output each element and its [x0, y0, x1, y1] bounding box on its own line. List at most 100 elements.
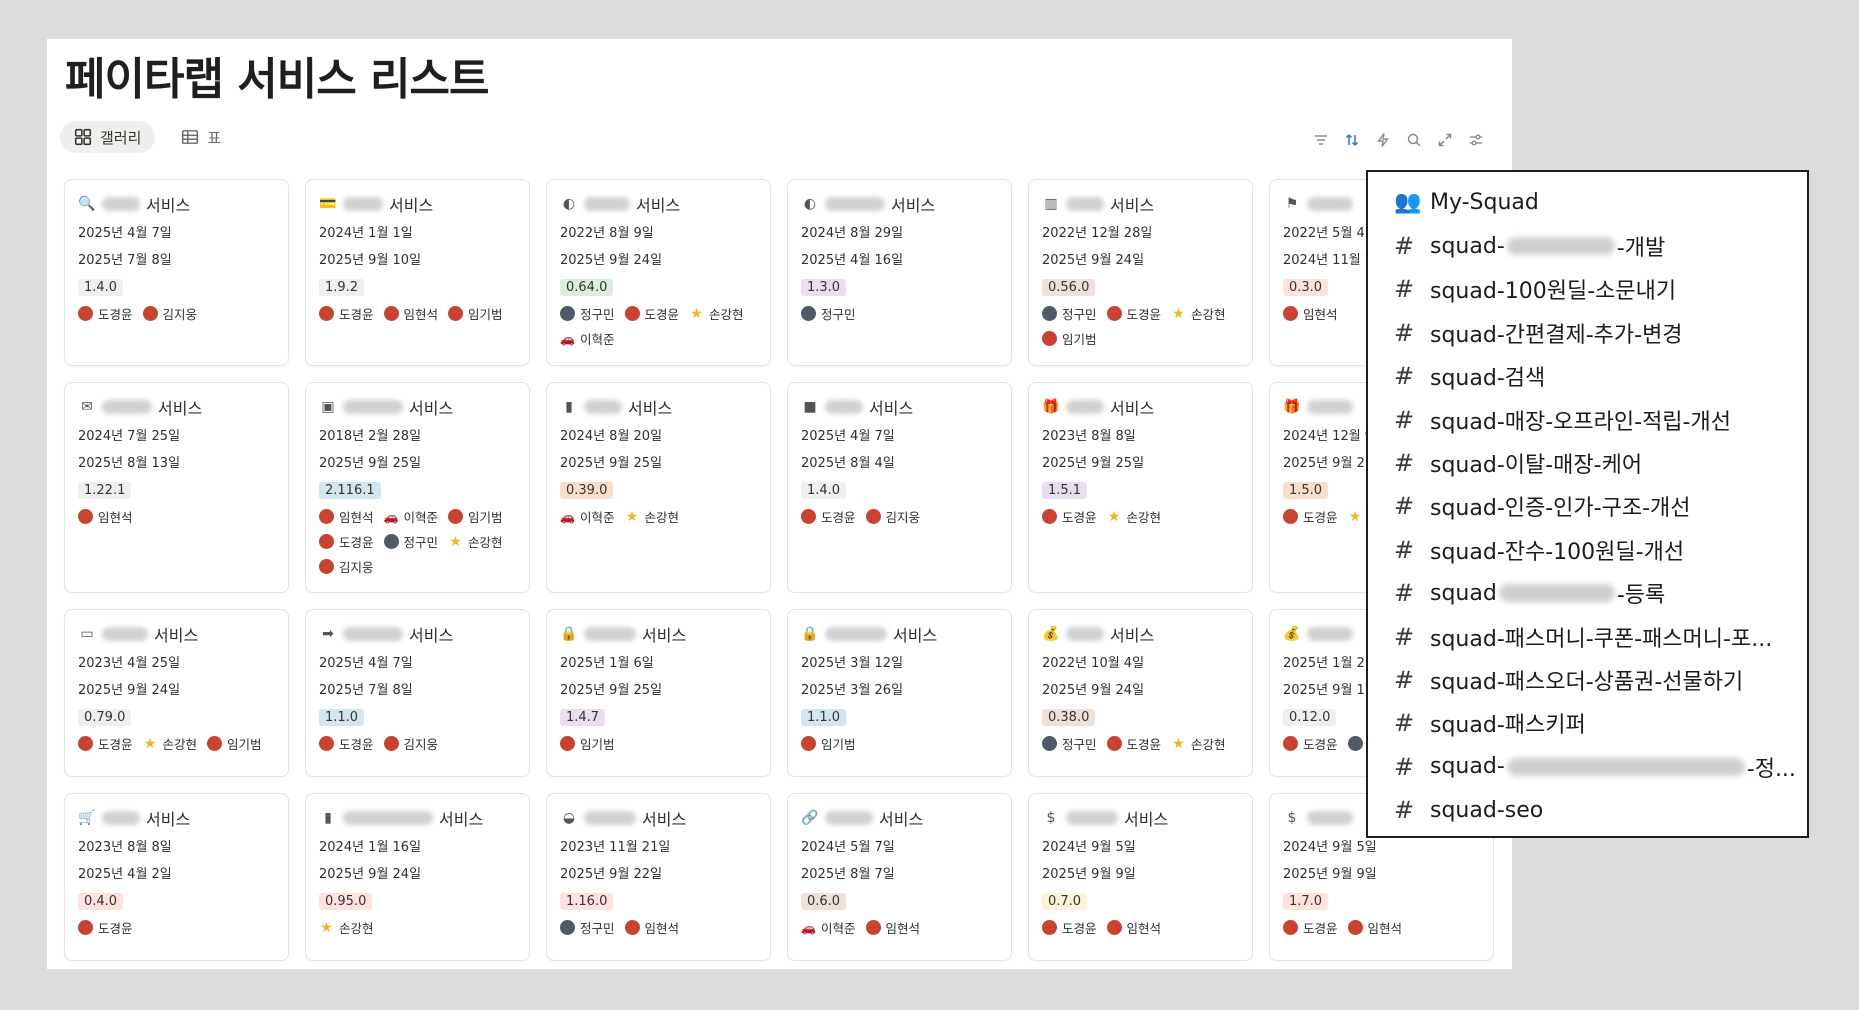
card-title: 🔒 서비스 — [560, 623, 758, 645]
tab-table[interactable]: 표 — [167, 121, 235, 153]
end-date: 2025년 9월 24일 — [560, 253, 663, 268]
card-emoji-icon: $ — [1046, 810, 1056, 826]
card-title: ▥ 서비스 — [1042, 193, 1240, 215]
service-card[interactable]: 🔒 서비스 2025년 3월 12일 2025년 3월 26일 1.1.0 임기범 — [787, 609, 1012, 777]
channel-item[interactable]: # squad -등록 — [1368, 572, 1807, 615]
card-title-suffix: 서비스 — [636, 196, 681, 215]
channel-item[interactable]: # squad-패스키퍼 — [1368, 702, 1807, 745]
channel-item[interactable]: # squad-잔수-100원딜-개선 — [1368, 528, 1807, 571]
avatar-icon — [319, 534, 334, 549]
service-card[interactable]: 🔒 서비스 2025년 1월 6일 2025년 9월 25일 1.4.7 임기범 — [546, 609, 771, 777]
channel-item[interactable]: # squad-100원딜-소문내기 — [1368, 268, 1807, 311]
person-name: 임현석 — [1303, 307, 1338, 322]
end-date: 2025년 3월 26일 — [801, 683, 904, 698]
tab-gallery[interactable]: 갤러리 — [60, 121, 156, 153]
card-title-suffix: 서비스 — [158, 399, 203, 418]
service-card[interactable]: ▮ 서비스 2024년 1월 16일 2025년 9월 24일 0.95.0 ★ 손강현 — [305, 793, 530, 961]
channel-item[interactable]: # squad-패스오더-상품권-선물하기 — [1368, 658, 1807, 701]
person: 임현석 — [1283, 304, 1338, 323]
redacted-service-name — [1307, 627, 1353, 641]
hash-icon: # — [1394, 622, 1415, 651]
card-emoji-icon: ➡ — [322, 626, 334, 642]
people-list: 도경윤 임현석 임기범 — [319, 304, 517, 323]
service-card[interactable]: ◐ 서비스 2024년 8월 29일 2025년 4월 16일 1.3.0 정구민 — [787, 179, 1012, 366]
avatar-icon — [319, 736, 334, 751]
person: ★ 손강현 — [625, 507, 679, 526]
channel-item[interactable]: # squad- -개발 — [1368, 224, 1807, 267]
card-emoji-icon: 🎁 — [1042, 399, 1060, 415]
channel-item[interactable]: # squad-패스머니-쿠폰-패스머니-포... — [1368, 615, 1807, 658]
channel-item[interactable]: # squad-검색 — [1368, 355, 1807, 398]
service-card[interactable]: 🔗 서비스 2024년 5월 7일 2025년 8월 7일 0.6.0 🚗 이혁준 임현석 — [787, 793, 1012, 961]
expand-icon[interactable] — [1436, 131, 1453, 148]
card-title-suffix: 서비스 — [1110, 196, 1155, 215]
service-card[interactable]: 🛒 서비스 2023년 8월 8일 2025년 4월 2일 0.4.0 도경윤 — [64, 793, 289, 961]
end-date: 2025년 9월 9일 — [1283, 867, 1377, 882]
person-name: 임기범 — [580, 737, 615, 752]
card-title-suffix: 서비스 — [891, 196, 936, 215]
avatar-icon — [560, 736, 575, 751]
service-card[interactable]: ▣ 서비스 2018년 2월 28일 2025년 9월 25일 2.116.1 임현석 🚗 이… — [305, 382, 530, 593]
version-tag: 0.12.0 — [1283, 709, 1337, 726]
channel-item[interactable]: # squad-간편결제-추가-변경 — [1368, 311, 1807, 354]
channel-name: squad-이탈-매장-케어 — [1430, 453, 1643, 479]
channel-item[interactable]: # squad-매장-오프라인-적립-개선 — [1368, 398, 1807, 441]
avatar-icon — [1042, 736, 1057, 751]
person: 김지웅 — [865, 507, 920, 526]
version-tag: 1.22.1 — [78, 482, 132, 499]
service-card[interactable]: ◐ 서비스 2022년 8월 9일 2025년 9월 24일 0.64.0 정구민 도경윤 ★… — [546, 179, 771, 366]
version-tag: 0.38.0 — [1042, 709, 1096, 726]
channel-name: squad-패스머니-쿠폰-패스머니-포... — [1430, 626, 1773, 652]
settings-icon[interactable] — [1467, 131, 1484, 148]
version-tag: 1.9.2 — [319, 279, 365, 296]
avatar-icon — [1347, 736, 1363, 751]
service-card[interactable]: $ 서비스 2024년 9월 5일 2025년 9월 9일 0.7.0 도경윤 임현석 — [1028, 793, 1253, 961]
redacted-service-name — [825, 811, 873, 825]
service-card[interactable]: 💳 서비스 2024년 1월 1일 2025년 9월 10일 1.9.2 도경윤 임현석 임기… — [305, 179, 530, 366]
version-tag: 1.5.1 — [1042, 482, 1088, 499]
person-name: 도경윤 — [1126, 737, 1162, 752]
card-emoji-icon: 💰 — [1283, 626, 1301, 642]
channel-item[interactable]: # squad-seo — [1368, 788, 1807, 831]
channel-item[interactable]: 👥 My-Squad — [1368, 181, 1807, 224]
filter-icon[interactable] — [1312, 131, 1329, 148]
automation-icon[interactable] — [1374, 131, 1391, 148]
avatar-icon — [1283, 509, 1298, 524]
service-card[interactable]: ➡ 서비스 2025년 4월 7일 2025년 7월 8일 1.1.0 도경윤 김지웅 — [305, 609, 530, 777]
person: 🚗 이혁준 — [560, 329, 615, 348]
person-name: 김지웅 — [339, 560, 374, 575]
person-name: 도경윤 — [1062, 921, 1097, 936]
person: ★ 손강현 — [1171, 304, 1225, 323]
people-list: 도경윤 김지웅 — [801, 507, 999, 526]
end-date: 2025년 9월 25일 — [1042, 456, 1145, 471]
avatar-icon — [319, 509, 334, 524]
channel-name: -정... — [1746, 756, 1796, 782]
service-card[interactable]: ▮ 서비스 2024년 8월 20일 2025년 9월 25일 0.39.0 🚗 이혁준 ★ 손… — [546, 382, 771, 593]
people-list: ★ 손강현 — [319, 918, 517, 937]
service-card[interactable]: ▭ 서비스 2023년 4월 25일 2025년 9월 24일 0.79.0 도경윤 ★ 손강… — [64, 609, 289, 777]
tab-gallery-label: 갤러리 — [100, 128, 142, 147]
person-name: 정구민 — [1062, 307, 1097, 322]
channel-name: squad- — [1430, 754, 1505, 780]
start-date: 2023년 11월 21일 — [560, 840, 671, 855]
end-date: 2025년 9월 24일 — [78, 683, 181, 698]
service-card[interactable]: 🎁 서비스 2023년 8월 8일 2025년 9월 25일 1.5.1 도경윤 ★ 손강현 — [1028, 382, 1253, 593]
service-card[interactable]: 🔍 서비스 2025년 4월 7일 2025년 7월 8일 1.4.0 도경윤 김지웅 — [64, 179, 289, 366]
avatar-icon — [1283, 306, 1298, 321]
service-card[interactable]: ◒ 서비스 2023년 11월 21일 2025년 9월 22일 1.16.0 정구민 임현… — [546, 793, 771, 961]
search-icon[interactable] — [1405, 131, 1422, 148]
end-date: 2025년 9월 24일 — [1042, 253, 1145, 268]
channel-item[interactable]: # squad-인증-인가-구조-개선 — [1368, 485, 1807, 528]
service-card[interactable]: 💰 서비스 2022년 10월 4일 2025년 9월 24일 0.38.0 정구민 도경윤… — [1028, 609, 1253, 777]
service-card[interactable]: ✉ 서비스 2024년 7월 25일 2025년 8월 13일 1.22.1 임현석 — [64, 382, 289, 593]
service-card[interactable]: ■ 서비스 2025년 4월 7일 2025년 8월 4일 1.4.0 도경윤 김지웅 — [787, 382, 1012, 593]
star-avatar-icon: ★ — [690, 305, 703, 322]
service-card[interactable]: ▥ 서비스 2022년 12월 28일 2025년 9월 24일 0.56.0 정구민 도경… — [1028, 179, 1253, 366]
people-list: 임현석 🚗 이혁준 임기범 도경윤 정구민 ★ 손강현 김지웅 — [319, 507, 517, 576]
channel-item[interactable]: # squad- -정... — [1368, 745, 1807, 788]
end-date: 2025년 8월 4일 — [801, 456, 895, 471]
channel-item[interactable]: # squad-이탈-매장-케어 — [1368, 441, 1807, 484]
card-emoji-icon: 💳 — [319, 196, 337, 212]
person-name: 손강현 — [162, 737, 198, 752]
sort-icon[interactable] — [1343, 131, 1360, 148]
